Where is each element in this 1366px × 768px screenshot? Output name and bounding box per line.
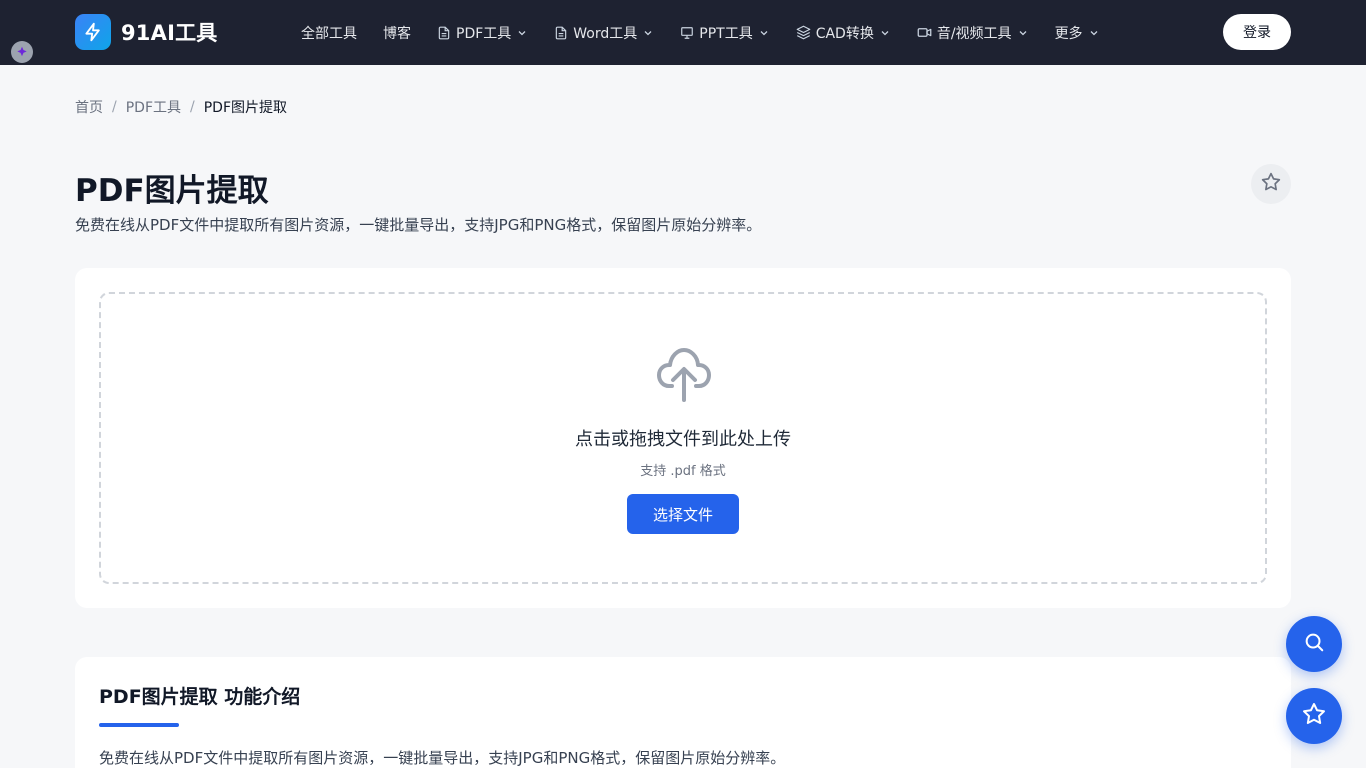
login-button[interactable]: 登录 bbox=[1223, 14, 1291, 50]
dropzone-title: 点击或拖拽文件到此处上传 bbox=[575, 429, 791, 450]
breadcrumb-current: PDF图片提取 bbox=[203, 100, 287, 116]
cloud-upload-icon bbox=[656, 342, 712, 406]
breadcrumb-parent[interactable]: PDF工具 bbox=[126, 97, 181, 117]
top-navbar: 91AI工具 全部工具 博客 PDF工具 Word工具 PPT工具 CAD转换 bbox=[0, 0, 1366, 65]
breadcrumb-separator: / bbox=[190, 99, 195, 115]
floating-search-button[interactable] bbox=[1286, 616, 1342, 672]
chevron-down-icon bbox=[516, 27, 528, 39]
page-title: PDF图片提取 bbox=[75, 173, 269, 209]
floating-favorite-button[interactable] bbox=[1286, 688, 1342, 744]
document-icon bbox=[437, 26, 451, 40]
search-icon bbox=[1303, 631, 1325, 657]
lightning-logo-icon bbox=[75, 14, 111, 50]
breadcrumb: 首页 / PDF工具 / PDF图片提取 bbox=[75, 97, 287, 117]
chevron-down-icon bbox=[879, 27, 891, 39]
nav-pdf-tools[interactable]: PDF工具 bbox=[437, 23, 528, 43]
nav-label: 更多 bbox=[1054, 25, 1083, 42]
intro-text: 免费在线从PDF文件中提取所有图片资源，一键批量导出，支持JPG和PNG格式，保… bbox=[99, 749, 786, 767]
nav-label: 音/视频工具 bbox=[936, 25, 1012, 42]
video-camera-icon bbox=[917, 25, 932, 40]
choose-file-button[interactable]: 选择文件 bbox=[627, 494, 739, 534]
intro-card: PDF图片提取 功能介绍 免费在线从PDF文件中提取所有图片资源，一键批量导出，… bbox=[75, 657, 1291, 768]
favorite-button[interactable] bbox=[1251, 164, 1291, 204]
chevron-down-icon bbox=[1088, 27, 1100, 39]
upload-card: 点击或拖拽文件到此处上传 支持 .pdf 格式 选择文件 bbox=[75, 268, 1291, 608]
page-subtitle: 免费在线从PDF文件中提取所有图片资源，一键批量导出，支持JPG和PNG格式，保… bbox=[75, 216, 762, 234]
nav-all-tools[interactable]: 全部工具 bbox=[301, 23, 357, 43]
nav-media-tools[interactable]: 音/视频工具 bbox=[917, 23, 1029, 43]
presentation-icon bbox=[680, 26, 694, 40]
extension-icon[interactable] bbox=[11, 41, 33, 63]
nav-label: CAD转换 bbox=[815, 25, 874, 42]
file-dropzone[interactable]: 点击或拖拽文件到此处上传 支持 .pdf 格式 选择文件 bbox=[99, 292, 1267, 584]
star-icon bbox=[1261, 172, 1281, 196]
chevron-down-icon bbox=[758, 27, 770, 39]
layers-icon bbox=[796, 25, 811, 40]
document-icon bbox=[554, 26, 568, 40]
nav-cad-convert[interactable]: CAD转换 bbox=[796, 23, 891, 43]
breadcrumb-separator: / bbox=[112, 99, 117, 115]
chevron-down-icon bbox=[1017, 27, 1029, 39]
nav-word-tools[interactable]: Word工具 bbox=[554, 23, 654, 43]
chevron-down-icon bbox=[642, 27, 654, 39]
nav-label: Word工具 bbox=[573, 25, 638, 42]
nav-blog[interactable]: 博客 bbox=[383, 23, 411, 43]
intro-underline bbox=[99, 723, 179, 727]
nav-label: 全部工具 bbox=[301, 25, 357, 42]
nav-label: PPT工具 bbox=[699, 25, 753, 42]
brand[interactable]: 91AI工具 bbox=[75, 14, 218, 50]
nav-ppt-tools[interactable]: PPT工具 bbox=[680, 23, 769, 43]
nav-label: 博客 bbox=[383, 25, 411, 42]
brand-name: 91AI工具 bbox=[121, 21, 218, 45]
nav-more[interactable]: 更多 bbox=[1055, 23, 1100, 43]
dropzone-hint: 支持 .pdf 格式 bbox=[640, 464, 726, 479]
breadcrumb-home[interactable]: 首页 bbox=[75, 97, 103, 117]
main-nav: 全部工具 博客 PDF工具 Word工具 PPT工具 CAD转换 音/视频工具 bbox=[301, 0, 1126, 65]
intro-title: PDF图片提取 功能介绍 bbox=[99, 686, 301, 708]
nav-label: PDF工具 bbox=[456, 25, 512, 42]
star-icon bbox=[1302, 702, 1326, 730]
